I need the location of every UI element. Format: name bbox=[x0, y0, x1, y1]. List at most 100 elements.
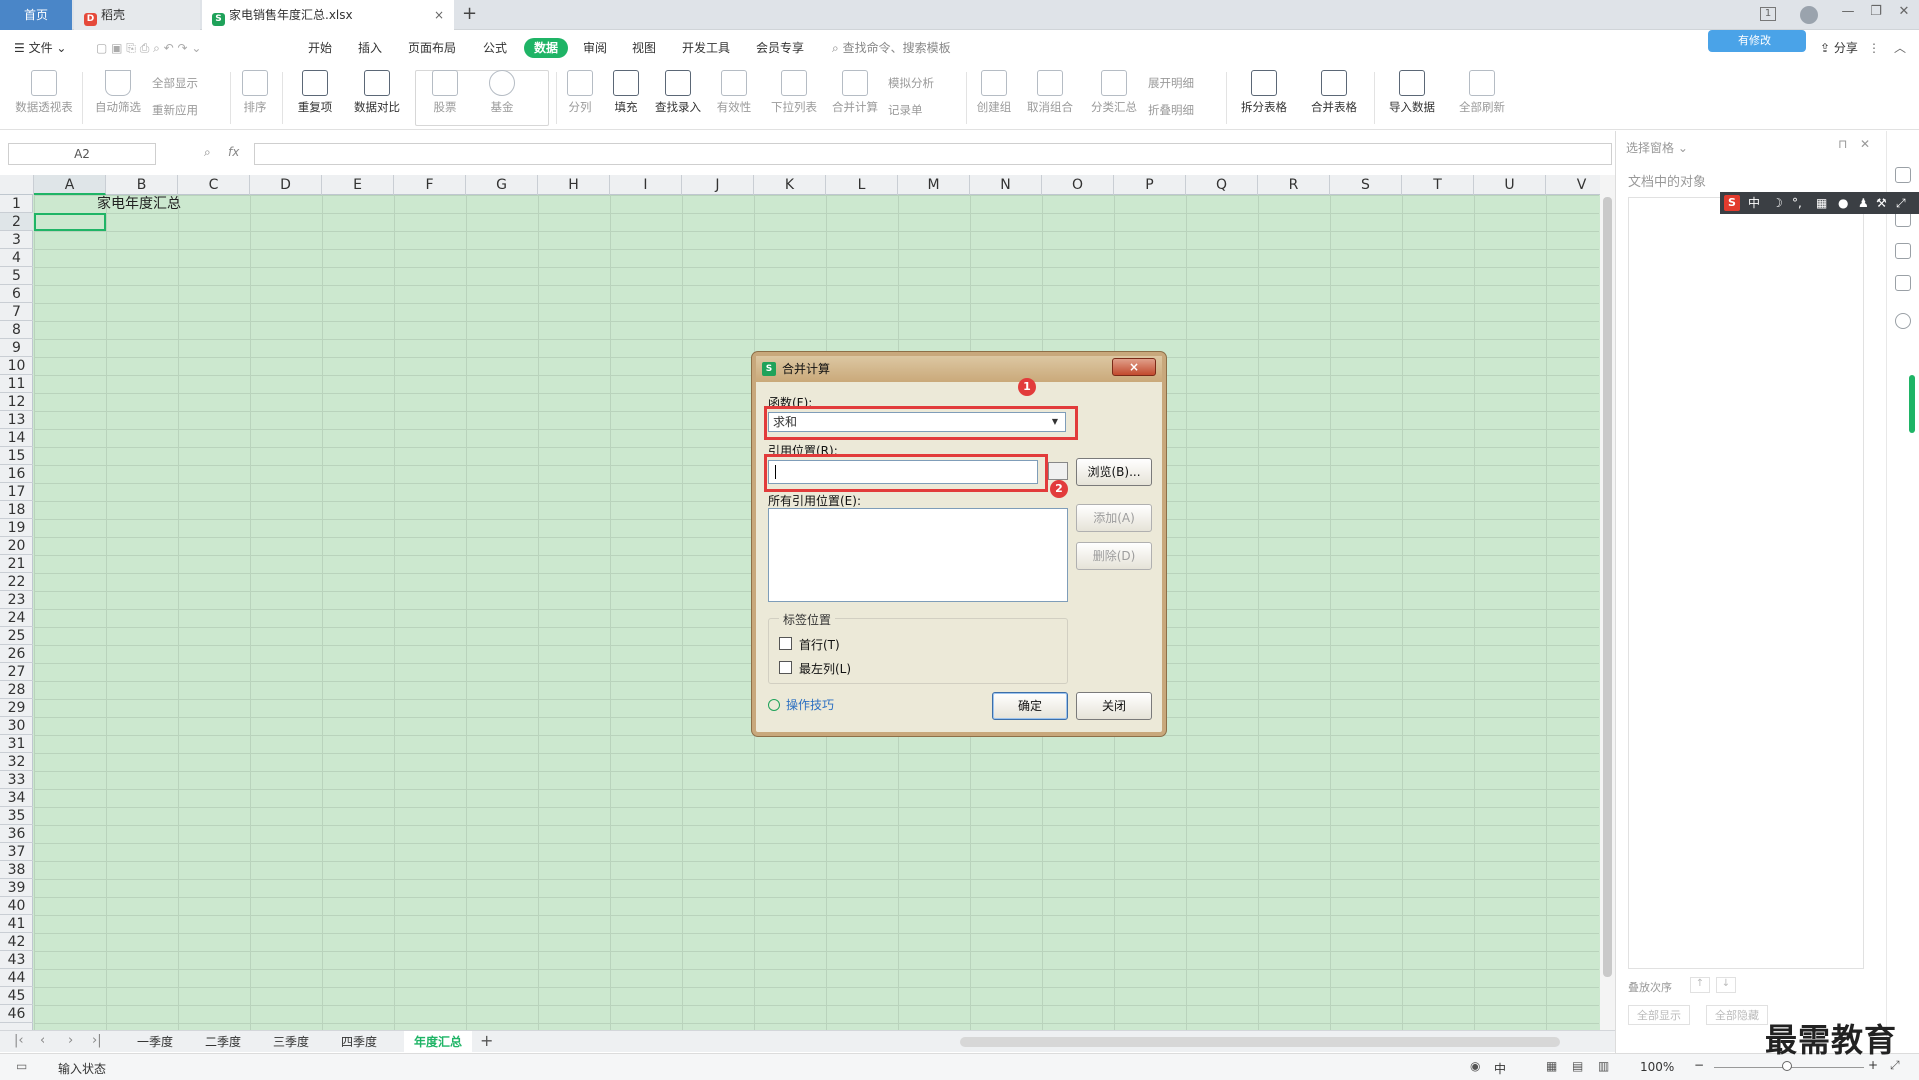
tab-home[interactable]: 首页 bbox=[0, 0, 72, 30]
skin-icon[interactable]: ♟ bbox=[1858, 192, 1869, 214]
row-header-35[interactable]: 35 bbox=[0, 807, 33, 825]
bring-forward-icon[interactable]: ↑ bbox=[1690, 977, 1710, 993]
row-header-43[interactable]: 43 bbox=[0, 951, 33, 969]
row-header-34[interactable]: 34 bbox=[0, 789, 33, 807]
split-table-button[interactable]: 拆分表格 bbox=[1234, 70, 1294, 115]
row-header-31[interactable]: 31 bbox=[0, 735, 33, 753]
row-header-13[interactable]: 13 bbox=[0, 411, 33, 429]
row-header-32[interactable]: 32 bbox=[0, 753, 33, 771]
zoom-slider-thumb[interactable] bbox=[1782, 1061, 1792, 1071]
sheet-tab-q4[interactable]: 四季度 bbox=[326, 1031, 392, 1053]
fx-icon[interactable]: fx bbox=[228, 145, 239, 159]
validity-button[interactable]: 有效性 bbox=[712, 70, 756, 115]
top-row-label[interactable]: 首行(T) bbox=[799, 636, 840, 653]
column-header-h[interactable]: H bbox=[538, 175, 610, 195]
menu-data[interactable]: 数据 bbox=[524, 38, 569, 58]
normal-view-icon[interactable]: ▦ bbox=[1546, 1059, 1557, 1073]
column-header-s[interactable]: S bbox=[1330, 175, 1402, 195]
expand-detail-button[interactable]: 展开明细 bbox=[1148, 75, 1194, 91]
column-header-p[interactable]: P bbox=[1114, 175, 1186, 195]
eye-protect-icon[interactable]: ◉ bbox=[1470, 1059, 1480, 1073]
column-header-u[interactable]: U bbox=[1474, 175, 1546, 195]
left-column-checkbox[interactable] bbox=[779, 661, 792, 674]
column-header-k[interactable]: K bbox=[754, 175, 826, 195]
tab-daoke[interactable]: D 稻壳 bbox=[74, 0, 200, 30]
column-header-a[interactable]: A bbox=[34, 175, 106, 195]
first-sheet-icon[interactable]: |‹ bbox=[14, 1033, 24, 1048]
row-header-6[interactable]: 6 bbox=[0, 285, 33, 303]
row-header-27[interactable]: 27 bbox=[0, 663, 33, 681]
window-count-icon[interactable]: 1 bbox=[1760, 7, 1776, 21]
pin-icon[interactable]: ⊓ bbox=[1838, 137, 1847, 151]
new-tab-button[interactable]: + bbox=[462, 3, 477, 24]
delete-button[interactable]: 删除(D) bbox=[1076, 542, 1152, 570]
row-header-5[interactable]: 5 bbox=[0, 267, 33, 285]
left-column-label[interactable]: 最左列(L) bbox=[799, 660, 851, 677]
row-header-33[interactable]: 33 bbox=[0, 771, 33, 789]
page-layout-view-icon[interactable]: ▤ bbox=[1572, 1059, 1583, 1073]
column-header-n[interactable]: N bbox=[970, 175, 1042, 195]
help-icon[interactable] bbox=[1895, 313, 1911, 329]
ungroup-button[interactable]: 取消组合 bbox=[1022, 70, 1078, 115]
scroll-thumb[interactable] bbox=[1603, 197, 1612, 977]
cell-b1[interactable]: 家电年度汇总 bbox=[97, 195, 181, 213]
file-menu[interactable]: ☰ 文件 ⌄ bbox=[14, 38, 66, 58]
row-header-30[interactable]: 30 bbox=[0, 717, 33, 735]
menu-start[interactable]: 开始 bbox=[308, 38, 332, 58]
column-header-c[interactable]: C bbox=[178, 175, 250, 195]
dropdown-list-button[interactable]: 下拉列表 bbox=[768, 70, 820, 115]
row-header-8[interactable]: 8 bbox=[0, 321, 33, 339]
keyboard-icon[interactable]: ▦ bbox=[1816, 192, 1827, 214]
zoom-formula-icon[interactable]: ⌕ bbox=[204, 145, 211, 160]
row-header-29[interactable]: 29 bbox=[0, 699, 33, 717]
styles-icon[interactable] bbox=[1895, 275, 1911, 291]
subtotal-button[interactable]: 分类汇总 bbox=[1088, 70, 1140, 115]
column-header-r[interactable]: R bbox=[1258, 175, 1330, 195]
row-header-41[interactable]: 41 bbox=[0, 915, 33, 933]
sheet-tab-q3[interactable]: 三季度 bbox=[258, 1031, 324, 1053]
column-header-d[interactable]: D bbox=[250, 175, 322, 195]
record-form-button[interactable]: 记录单 bbox=[888, 102, 923, 118]
menu-formula[interactable]: 公式 bbox=[483, 38, 507, 58]
close-button[interactable]: 关闭 bbox=[1076, 692, 1152, 720]
column-header-l[interactable]: L bbox=[826, 175, 898, 195]
row-header-7[interactable]: 7 bbox=[0, 303, 33, 321]
collapse-ribbon-icon[interactable]: ︿ bbox=[1894, 38, 1906, 58]
sheet-tab-q1[interactable]: 一季度 bbox=[122, 1031, 188, 1053]
pivot-table-button[interactable]: 数据透视表 bbox=[12, 70, 76, 115]
tab-document[interactable]: S 家电销售年度汇总.xlsx × bbox=[202, 0, 454, 30]
column-header-e[interactable]: E bbox=[322, 175, 394, 195]
more-icon[interactable]: ⋮ bbox=[1868, 38, 1880, 58]
row-header-24[interactable]: 24 bbox=[0, 609, 33, 627]
row-header-2[interactable]: 2 bbox=[0, 213, 33, 231]
column-header-b[interactable]: B bbox=[106, 175, 178, 195]
row-header-45[interactable]: 45 bbox=[0, 987, 33, 1005]
moon-icon[interactable]: ☽ bbox=[1772, 192, 1783, 214]
objects-list[interactable] bbox=[1628, 197, 1864, 969]
avatar[interactable] bbox=[1800, 6, 1818, 24]
selected-cell[interactable] bbox=[34, 213, 106, 231]
show-all-button[interactable]: 全部显示 bbox=[152, 75, 198, 91]
row-header-38[interactable]: 38 bbox=[0, 861, 33, 879]
sort-button[interactable]: 排序 bbox=[236, 70, 274, 115]
row-header-16[interactable]: 16 bbox=[0, 465, 33, 483]
merge-table-button[interactable]: 合并表格 bbox=[1304, 70, 1364, 115]
close-tab-icon[interactable]: × bbox=[434, 0, 444, 30]
row-header-44[interactable]: 44 bbox=[0, 969, 33, 987]
row-header-21[interactable]: 21 bbox=[0, 555, 33, 573]
data-compare-button[interactable]: 数据对比 bbox=[348, 70, 406, 115]
ime-mode[interactable]: 中 bbox=[1748, 192, 1760, 214]
menu-review[interactable]: 审阅 bbox=[583, 38, 607, 58]
whatif-button[interactable]: 模拟分析 bbox=[888, 75, 934, 91]
refresh-all-button[interactable]: 全部刷新 bbox=[1452, 70, 1512, 115]
column-header-j[interactable]: J bbox=[682, 175, 754, 195]
create-group-button[interactable]: 创建组 bbox=[972, 70, 1016, 115]
wrench-icon[interactable]: ⚒ bbox=[1876, 192, 1887, 214]
last-sheet-icon[interactable]: ›| bbox=[92, 1033, 102, 1048]
column-header-i[interactable]: I bbox=[610, 175, 682, 195]
close-window-icon[interactable]: ✕ bbox=[1894, 4, 1914, 24]
input-method-indicator[interactable]: 中 bbox=[1494, 1060, 1506, 1077]
all-references-list[interactable] bbox=[768, 508, 1068, 602]
properties-icon[interactable] bbox=[1895, 243, 1911, 259]
show-all-objects-button[interactable]: 全部显示 bbox=[1628, 1005, 1690, 1025]
